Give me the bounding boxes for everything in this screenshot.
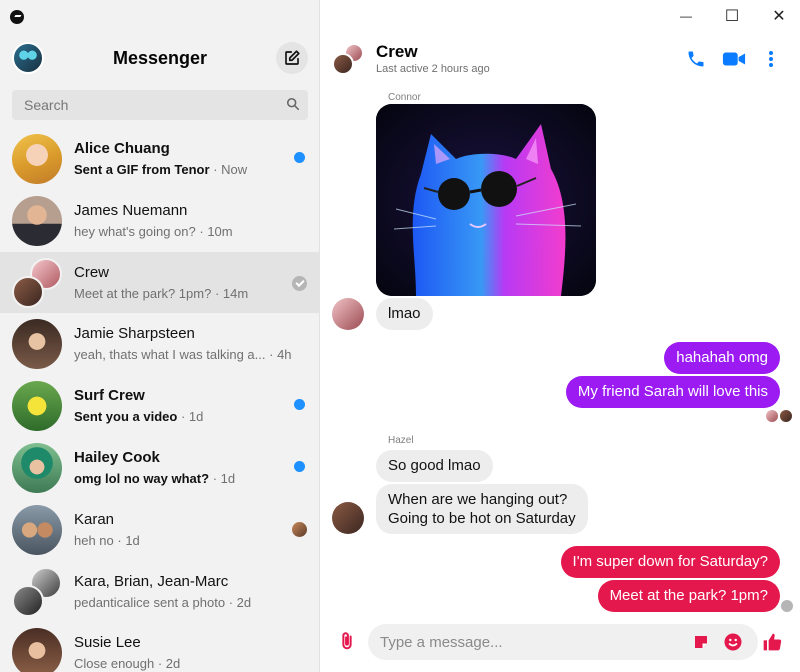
read-receipt-avatar xyxy=(766,410,778,422)
sender-avatar xyxy=(332,298,364,330)
conversation-item[interactable]: Susie Lee Close enough · 2d xyxy=(0,622,320,672)
unread-dot xyxy=(294,460,305,472)
group-avatar xyxy=(12,566,62,617)
conversation-item[interactable]: James Nuemann hey what's going on? · 10m xyxy=(0,190,320,252)
conversation-item[interactable]: Crew Meet at the park? 1pm? · 14m xyxy=(0,251,320,314)
conversation-name: Susie Lee xyxy=(74,634,141,652)
group-avatar xyxy=(12,257,62,308)
conversation-preview: Meet at the park? 1pm? · 14m xyxy=(74,285,249,301)
sender-avatar xyxy=(332,502,364,534)
search-icon xyxy=(286,97,300,111)
conversation-name: James Nuemann xyxy=(74,201,188,219)
paperclip-icon xyxy=(342,632,352,650)
delivered-check-icon xyxy=(292,275,307,291)
message-line: When are we hanging out? xyxy=(388,491,568,508)
compose-icon xyxy=(285,50,300,65)
conversation-preview: Sent you a video · 1d xyxy=(74,409,204,425)
message-bubble[interactable]: lmao xyxy=(376,298,433,330)
chat-title[interactable]: Crew xyxy=(376,42,418,62)
video-camera-icon xyxy=(722,52,746,66)
chat-status: Last active 2 hours ago xyxy=(376,63,490,75)
avatar xyxy=(12,319,62,370)
sticker-button[interactable] xyxy=(692,633,710,651)
message-bubble[interactable]: Meet at the park? 1pm? xyxy=(597,580,780,612)
conversation-list: Alice Chuang Sent a GIF from Tenor · Now… xyxy=(0,128,320,672)
conversation-item[interactable]: Hailey Cook omg lol no way what? · 1d xyxy=(0,437,320,499)
conversation-name: Alice Chuang xyxy=(74,140,170,157)
messenger-logo-icon xyxy=(10,10,24,24)
conversation-item[interactable]: Kara, Brian, Jean-Marc pedanticalice sen… xyxy=(0,561,320,623)
conversation-item[interactable]: Jamie Sharpsteen yeah, thats what I was … xyxy=(0,313,320,375)
conversation-item[interactable]: Alice Chuang Sent a GIF from Tenor · Now xyxy=(0,128,320,190)
thumbs-up-icon xyxy=(763,633,782,651)
attach-button[interactable] xyxy=(336,630,358,652)
conversation-name: Karan xyxy=(74,510,115,528)
conversation-preview: omg lol no way what? · 1d xyxy=(74,470,236,486)
conversation-name: Hailey Cook xyxy=(74,448,160,466)
message-bubble[interactable]: When are we hanging out? Going to be hot… xyxy=(376,484,588,534)
sent-check-icon xyxy=(781,600,793,612)
avatar xyxy=(12,442,62,493)
more-vertical-icon xyxy=(769,51,773,67)
voice-call-button[interactable] xyxy=(684,47,708,71)
smiley-icon xyxy=(724,633,742,651)
close-window-button[interactable]: ✕ xyxy=(769,6,789,26)
sidebar-title: Messenger xyxy=(112,48,208,68)
message-input[interactable] xyxy=(380,624,680,660)
sticker-icon xyxy=(695,636,707,648)
conversation-preview: Close enough · 2d xyxy=(74,656,181,672)
sidebar: Messenger Alice Chuang Sent a GIF from T… xyxy=(0,0,320,672)
emoji-button[interactable] xyxy=(724,633,742,651)
conversation-item[interactable]: Surf Crew Sent you a video · 1d xyxy=(0,375,320,437)
minimize-button[interactable]: — xyxy=(676,6,696,26)
avatar xyxy=(12,134,62,184)
phone-icon xyxy=(688,51,704,67)
conversation-name: Kara, Brian, Jean-Marc xyxy=(74,572,229,590)
conversation-preview: pedanticalice sent a photo · 2d xyxy=(74,594,252,610)
shared-photo[interactable] xyxy=(376,104,596,296)
conversation-preview: hey what's going on? · 10m xyxy=(74,223,233,239)
message-bubble[interactable]: hahahah omg xyxy=(664,342,780,374)
conversation-item[interactable]: Karan heh no · 1d xyxy=(0,499,320,561)
conversation-name: Surf Crew xyxy=(74,387,145,405)
avatar xyxy=(12,381,62,432)
message-composer xyxy=(368,624,758,660)
conversation-preview: Sent a GIF from Tenor · Now xyxy=(74,162,248,177)
conversation-preview: heh no · 1d xyxy=(74,532,140,548)
minimize-icon: — xyxy=(680,9,692,23)
avatar xyxy=(12,504,62,555)
more-options-button[interactable] xyxy=(759,47,783,71)
search-input[interactable] xyxy=(12,90,308,120)
cat-with-sunglasses-image xyxy=(376,104,596,296)
message-bubble[interactable]: My friend Sarah will love this xyxy=(565,376,780,408)
close-icon: ✕ xyxy=(772,8,786,25)
maximize-button[interactable]: ☐ xyxy=(722,6,742,26)
sender-name: Connor xyxy=(388,92,421,103)
message-bubble[interactable]: I'm super down for Saturday? xyxy=(560,546,780,578)
message-bubble[interactable]: So good lmao xyxy=(376,450,493,482)
sender-name: Hazel xyxy=(388,435,414,446)
conversation-name: Crew xyxy=(74,263,110,281)
unread-dot xyxy=(294,152,305,163)
new-message-button[interactable] xyxy=(276,42,308,74)
message-line: Going to be hot on Saturday xyxy=(388,510,576,527)
like-button[interactable] xyxy=(762,632,782,652)
video-call-button[interactable] xyxy=(722,47,746,71)
seen-avatar xyxy=(292,521,307,537)
unread-dot xyxy=(294,399,305,411)
avatar xyxy=(12,195,62,246)
avatar xyxy=(12,628,62,672)
conversation-preview: yeah, thats what I was talking a... · 4h xyxy=(74,347,292,363)
conversation-name: Jamie Sharpsteen xyxy=(74,325,195,343)
group-avatar[interactable] xyxy=(332,43,364,75)
maximize-icon: ☐ xyxy=(724,8,740,25)
read-receipt-avatar xyxy=(780,410,792,422)
